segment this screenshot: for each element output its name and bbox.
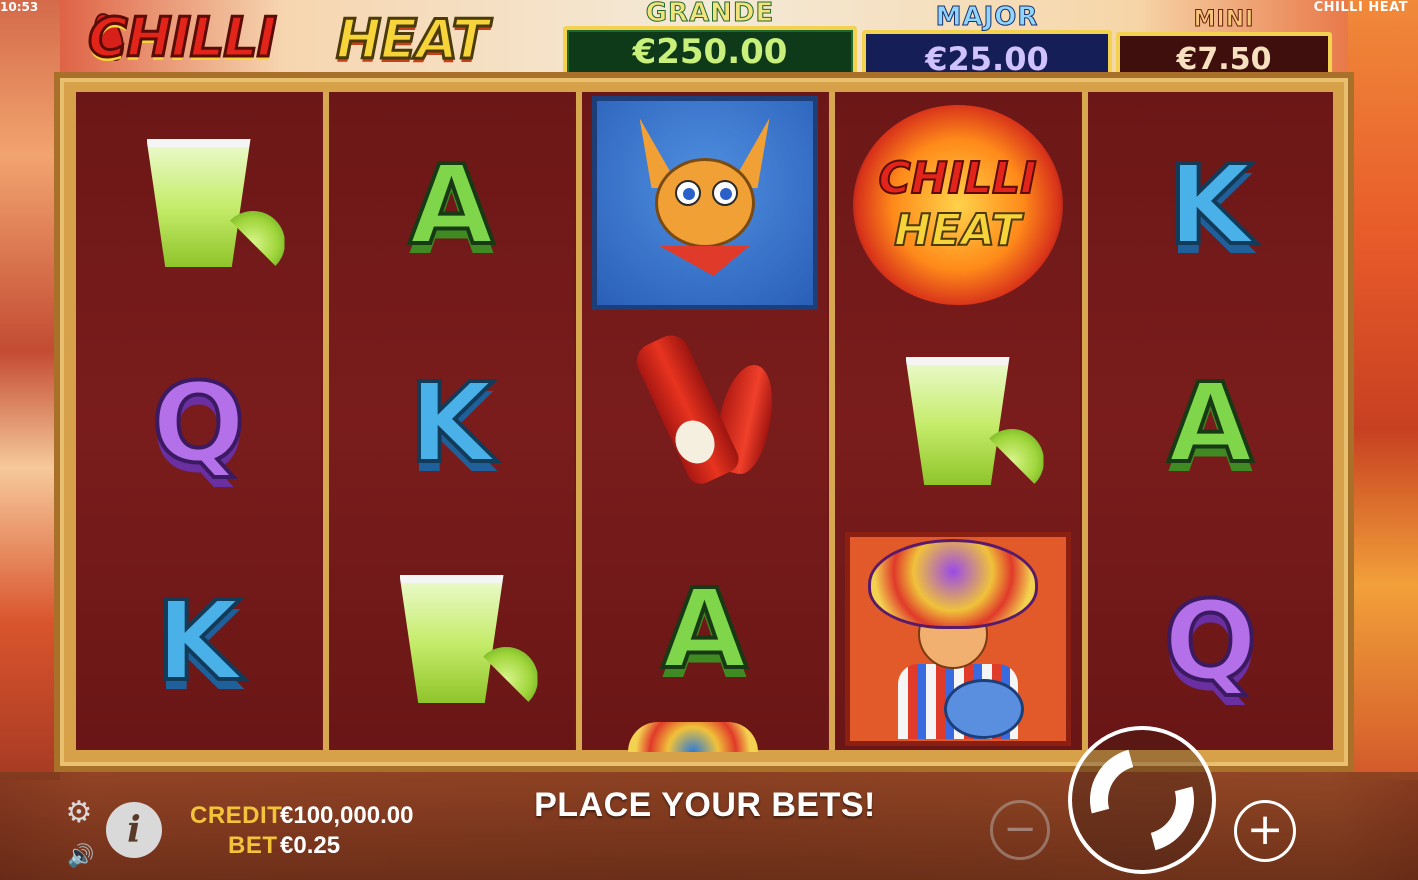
- credit-label: CREDIT: [190, 802, 283, 829]
- chihuahua-icon: [630, 118, 780, 288]
- background-left-scenery: [0, 0, 60, 780]
- symbol-q: Q: [76, 314, 321, 532]
- info-button[interactable]: i: [106, 802, 162, 858]
- symbol-a-letter: A: [407, 141, 496, 269]
- symbol-q-letter: Q: [150, 359, 247, 487]
- jackpot-grande-label: GRANDE: [645, 0, 775, 28]
- hot-sauce-icon: [620, 324, 790, 494]
- status-clock: 10:53: [0, 0, 39, 14]
- bet-label: BET: [228, 832, 278, 859]
- increase-bet-button[interactable]: +: [1234, 800, 1296, 862]
- spin-arrows-icon: [1070, 728, 1214, 872]
- symbol-k: K: [329, 314, 574, 532]
- tequila-shot-icon: [898, 353, 1044, 493]
- symbol-logo-word-heat: HEAT: [893, 205, 1022, 256]
- symbol-a-letter: A: [1166, 359, 1255, 487]
- jackpot-grande-amount: €250.00: [563, 26, 857, 78]
- symbol-chihuahua: [582, 94, 827, 312]
- jackpot-grande: GRANDE €250.00: [563, 0, 857, 78]
- symbol-k: K: [76, 532, 321, 750]
- game-logo: CHILLI HEAT: [87, 4, 528, 80]
- jackpot-major-label: MAJOR: [935, 2, 1039, 32]
- credit-value: €100,000.00: [280, 802, 414, 829]
- logo-word-heat: HEAT: [335, 7, 491, 73]
- symbol-mariachi: [835, 530, 1080, 748]
- bet-value: €0.25: [280, 832, 341, 859]
- tequila-shot-icon: [139, 135, 285, 275]
- symbol-a: A: [1088, 314, 1333, 532]
- symbol-q: Q: [1088, 532, 1333, 750]
- speaker-icon[interactable]: 🔊: [66, 843, 96, 871]
- jackpot-mini-label: MINI: [1193, 7, 1255, 32]
- symbol-tequila-shot: [329, 532, 574, 750]
- symbol-tequila-shot: [76, 96, 321, 314]
- symbol-k-letter: K: [407, 359, 496, 487]
- status-message: PLACE YOUR BETS!: [534, 786, 876, 824]
- symbol-logo-word-chilli: CHILLI: [878, 153, 1038, 204]
- symbol-k: K: [1088, 96, 1333, 314]
- symbol-hot-sauce: [582, 300, 827, 518]
- symbol-chilli-heat-logo: CHILLI HEAT: [835, 96, 1080, 314]
- gear-icon[interactable]: ⚙: [64, 798, 94, 828]
- chihuahua-tile: [591, 96, 818, 310]
- tequila-shot-icon: [392, 571, 538, 711]
- mariachi-icon: [858, 539, 1058, 739]
- symbol-q-letter: Q: [1162, 577, 1259, 705]
- mariachi-tile: [844, 532, 1071, 746]
- symbol-k-letter: K: [154, 577, 243, 705]
- logo-word-chilli: CHILLI: [87, 5, 279, 71]
- background-right-scenery: [1348, 0, 1418, 780]
- symbol-a: A: [329, 96, 574, 314]
- sombrero-peek-icon: [628, 722, 758, 752]
- symbol-a: A: [582, 520, 827, 738]
- symbol-tequila-shot: [835, 314, 1080, 532]
- symbol-a-letter: A: [660, 565, 749, 693]
- symbol-k-letter: K: [1166, 141, 1255, 269]
- spin-button[interactable]: [1068, 726, 1216, 874]
- decrease-bet-button[interactable]: −: [990, 800, 1050, 860]
